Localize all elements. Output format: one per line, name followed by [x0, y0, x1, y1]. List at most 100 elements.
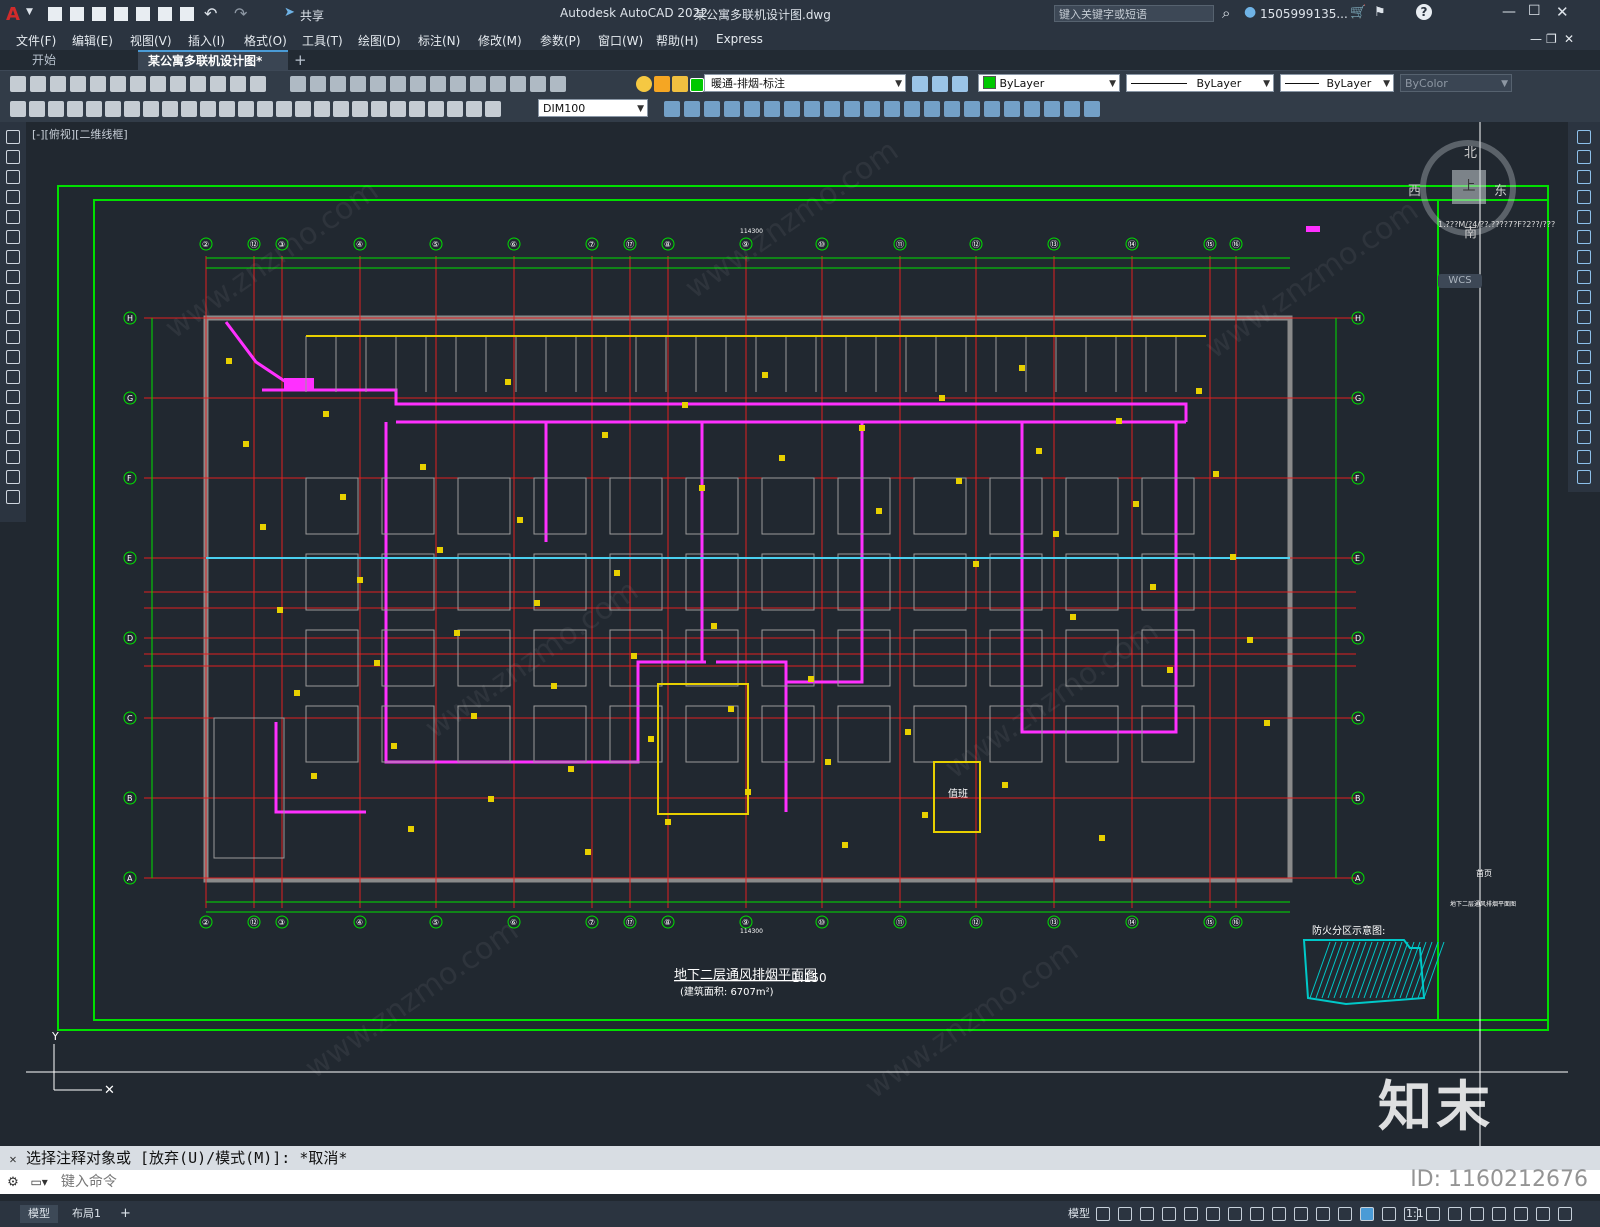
doc-restore-icon[interactable]: ❐ [1546, 32, 1557, 46]
modify-tool-icon[interactable] [1577, 170, 1591, 184]
tab-model[interactable]: 模型 [20, 1205, 58, 1223]
view-tool-icon[interactable] [310, 76, 326, 92]
close-icon[interactable]: ✕ [1556, 3, 1569, 21]
dimstyle-dropdown[interactable]: DIM100 ▼ [538, 99, 648, 117]
autodesk-account-icon[interactable]: ⚑ [1374, 5, 1386, 20]
qat-undo-icon[interactable]: ↶ [204, 4, 217, 23]
modify-tool-icon[interactable] [1577, 410, 1591, 424]
qat-save-icon[interactable] [92, 7, 106, 21]
modify-tool-icon[interactable] [1577, 390, 1591, 404]
standard-tool-icon[interactable] [50, 76, 66, 92]
status-toggle-icon[interactable] [1250, 1207, 1264, 1221]
user-icon[interactable]: ● [1244, 4, 1256, 20]
draw-tool-icon[interactable] [6, 490, 20, 504]
doc-minimize-icon[interactable]: — [1530, 32, 1542, 46]
status-toggle-icon[interactable] [1272, 1207, 1286, 1221]
qat-new-icon[interactable] [48, 7, 62, 21]
draw-tool-icon[interactable] [6, 190, 20, 204]
status-toggle-icon[interactable] [1118, 1207, 1132, 1221]
dimension-tool-icon[interactable] [352, 101, 368, 117]
menu-modify[interactable]: 修改(M) [478, 32, 522, 49]
modify-tool-icon[interactable] [744, 101, 760, 117]
modify-tool-icon[interactable] [1577, 430, 1591, 444]
draw-tool-icon[interactable] [6, 310, 20, 324]
menu-express[interactable]: Express [716, 32, 763, 46]
tab-drawing[interactable]: 某公寓多联机设计图* ✕ [138, 50, 288, 86]
draw-tool-icon[interactable] [6, 290, 20, 304]
draw-tool-icon[interactable] [6, 330, 20, 344]
modify-tool-icon[interactable] [1577, 190, 1591, 204]
modify-tool-icon[interactable] [1004, 101, 1020, 117]
qat-redo-icon[interactable]: ↷ [234, 4, 247, 23]
dimension-tool-icon[interactable] [314, 101, 330, 117]
view-tool-icon[interactable] [370, 76, 386, 92]
dimension-tool-icon[interactable] [86, 101, 102, 117]
cart-icon[interactable]: 🛒 [1350, 5, 1366, 20]
status-toggle-icon[interactable] [1514, 1207, 1528, 1221]
draw-tool-icon[interactable] [6, 430, 20, 444]
dimension-tool-icon[interactable] [333, 101, 349, 117]
dimension-tool-icon[interactable] [390, 101, 406, 117]
status-toggle-icon[interactable] [1140, 1207, 1154, 1221]
dimension-tool-icon[interactable] [428, 101, 444, 117]
draw-tool-icon[interactable] [6, 170, 20, 184]
view-tool-icon[interactable] [290, 76, 306, 92]
modify-tool-icon[interactable] [684, 101, 700, 117]
share-icon[interactable]: ➤ [284, 5, 295, 20]
dimension-tool-icon[interactable] [124, 101, 140, 117]
modify-tool-icon[interactable] [764, 101, 780, 117]
menu-tools[interactable]: 工具(T) [302, 32, 343, 49]
view-tool-icon[interactable] [410, 76, 426, 92]
dimension-tool-icon[interactable] [466, 101, 482, 117]
plotstyle-dropdown[interactable]: ByColor ▼ [1400, 74, 1512, 92]
standard-tool-icon[interactable] [70, 76, 86, 92]
modify-tool-icon[interactable] [664, 101, 680, 117]
dimension-tool-icon[interactable] [447, 101, 463, 117]
viewcube-east[interactable]: 东 [1494, 180, 1507, 199]
drawing-canvas[interactable]: [-][俯视][二维线框] ②②⑫⑫③③④④⑤⑤⑥⑥⑦⑦⑰⑰⑧⑧⑨⑨⑩⑩⑪⑪⑫⑫… [26, 122, 1568, 1146]
standard-tool-icon[interactable] [10, 76, 26, 92]
dimension-tool-icon[interactable] [48, 101, 64, 117]
view-tool-icon[interactable] [510, 76, 526, 92]
view-tool-icon[interactable] [450, 76, 466, 92]
status-toggle-icon[interactable] [1206, 1207, 1220, 1221]
dimension-tool-icon[interactable] [295, 101, 311, 117]
menu-parametric[interactable]: 参数(P) [540, 32, 581, 49]
app-menu-arrow-icon[interactable]: ▼ [26, 7, 33, 17]
dimension-tool-icon[interactable] [10, 101, 26, 117]
view-tool-icon[interactable] [350, 76, 366, 92]
standard-tool-icon[interactable] [230, 76, 246, 92]
dimension-tool-icon[interactable] [409, 101, 425, 117]
dimension-tool-icon[interactable] [276, 101, 292, 117]
command-settings-icon[interactable]: ⚙ [0, 1171, 26, 1195]
doc-close-icon[interactable]: ✕ [1564, 32, 1574, 46]
standard-tool-icon[interactable] [30, 76, 46, 92]
view-tool-icon[interactable] [530, 76, 546, 92]
standard-tool-icon[interactable] [90, 76, 106, 92]
status-toggle-icon[interactable] [1492, 1207, 1506, 1221]
draw-tool-icon[interactable] [6, 470, 20, 484]
qat-open-icon[interactable] [70, 7, 84, 21]
annotation-scale[interactable]: 1:1 [1398, 1205, 1432, 1223]
dimension-tool-icon[interactable] [238, 101, 254, 117]
dimension-tool-icon[interactable] [162, 101, 178, 117]
menu-dimension[interactable]: 标注(N) [418, 32, 460, 49]
dimension-tool-icon[interactable] [143, 101, 159, 117]
draw-tool-icon[interactable] [6, 230, 20, 244]
view-tool-icon[interactable] [390, 76, 406, 92]
layer-dropdown[interactable]: 暖通-排烟-标注 ▼ [704, 74, 906, 92]
modify-tool-icon[interactable] [824, 101, 840, 117]
standard-tool-icon[interactable] [210, 76, 226, 92]
dimension-tool-icon[interactable] [105, 101, 121, 117]
dimension-tool-icon[interactable] [181, 101, 197, 117]
dimension-tool-icon[interactable] [200, 101, 216, 117]
help-icon[interactable]: ? [1416, 4, 1432, 20]
wcs-button[interactable]: WCS [1438, 274, 1482, 288]
layer-sun-icon[interactable] [654, 76, 670, 92]
modify-tool-icon[interactable] [1577, 310, 1591, 324]
modify-tool-icon[interactable] [804, 101, 820, 117]
dimension-tool-icon[interactable] [257, 101, 273, 117]
maximize-icon[interactable]: ☐ [1528, 3, 1541, 19]
model-space-button[interactable]: 模型 [1060, 1205, 1098, 1223]
search-icon[interactable]: ⌕ [1222, 4, 1230, 22]
